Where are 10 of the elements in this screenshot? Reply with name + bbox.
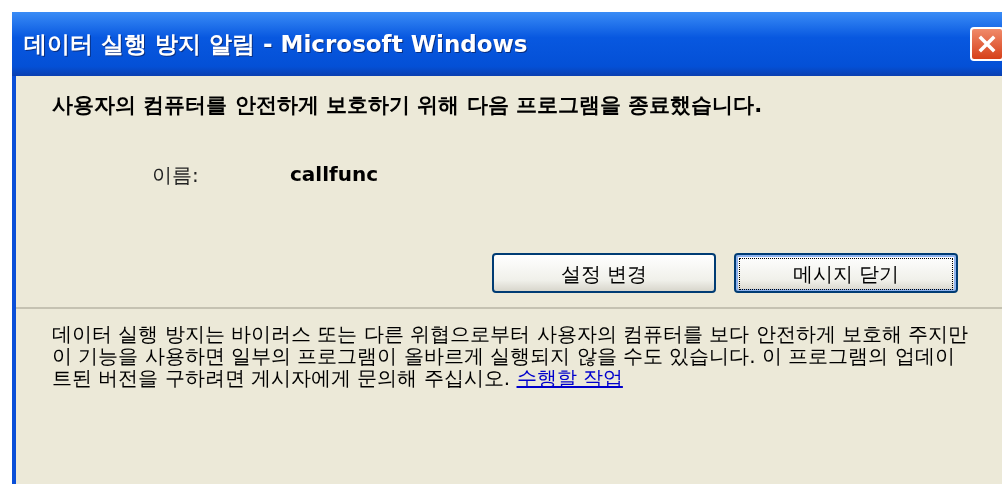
program-name: callfunc <box>290 162 379 188</box>
dialog-button[interactable]: 메시지 닫기 <box>734 253 958 293</box>
close-button[interactable] <box>970 27 1002 61</box>
message-text: 사용자의 컴퓨터를 안전하게 보호하기 위해 다음 프로그램을 종료했습니다. <box>52 94 764 116</box>
dialog-button[interactable]: 설정 변경 <box>492 253 716 293</box>
action-link[interactable]: 수행할 작업 <box>516 366 623 390</box>
close-icon <box>976 33 998 55</box>
window-title: 데이터 실행 방지 알림 - Microsoft Windows <box>24 29 528 59</box>
details-paragraph: 데이터 실행 방지는 바이러스 또는 다른 위협으로부터 사용자의 컴퓨터를 보다 안전하게 보호해 주지만 이 기능을 사용하면 일부의 프로그램이 올바르게 실행되지 않을 수도 있습니다. 이 프로그램의 업데이트된 버전을 구하려면 게시자에게 문의해 주십시오. 수행할 작업 <box>52 323 970 389</box>
name-label: 이름: <box>152 162 200 189</box>
